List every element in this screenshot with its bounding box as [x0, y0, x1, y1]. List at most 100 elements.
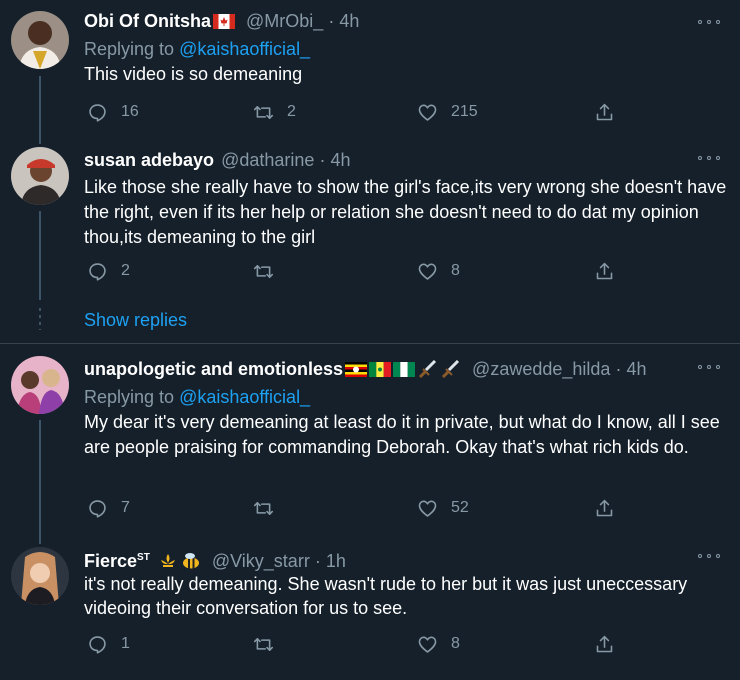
retweet-icon	[253, 105, 274, 119]
share-button[interactable]	[594, 259, 615, 283]
avatar[interactable]	[11, 147, 69, 205]
share-icon	[596, 103, 613, 120]
tweet-text: My dear it's very demeaning at least do …	[84, 412, 720, 457]
show-replies-link[interactable]: Show replies	[84, 308, 187, 332]
reply-icon	[89, 103, 106, 122]
canada-flag-icon	[213, 14, 236, 29]
replying-prefix: Replying to	[84, 39, 180, 59]
reply-button[interactable]: 16	[87, 100, 139, 124]
replying-prefix: Replying to	[84, 387, 180, 407]
senegal-flag-icon	[369, 362, 392, 377]
thread-line	[39, 135, 41, 144]
display-name[interactable]: Obi Of Onitsha	[84, 11, 211, 31]
replying-to: Replying to @kaishaofficial_	[84, 384, 310, 410]
like-icon	[418, 104, 437, 121]
tweet[interactable]: unapologetic and emotionless @zawedde_hi…	[0, 344, 740, 535]
tweet-text: it's not really demeaning. She wasn't ru…	[84, 574, 688, 618]
uganda-flag-icon	[345, 362, 368, 377]
reply-feed: Obi Of Onitsha @MrObi_ · 4h Replying to …	[0, 0, 740, 680]
like-button[interactable]: 215	[417, 100, 478, 124]
reply-button[interactable]: 1	[87, 632, 130, 656]
thread-line	[39, 211, 41, 300]
reply-button[interactable]: 2	[87, 259, 130, 283]
reply-count: 7	[121, 499, 130, 516]
separator: ·	[314, 551, 321, 571]
reply-icon	[89, 262, 106, 281]
reply-count: 1	[121, 635, 130, 652]
timestamp[interactable]: 1h	[326, 551, 346, 571]
retweet-icon	[253, 637, 274, 651]
separator: ·	[328, 11, 335, 31]
display-name[interactable]: unapologetic and emotionless	[84, 359, 343, 379]
like-count: 52	[451, 499, 469, 516]
reply-icon	[89, 635, 106, 654]
tweet-actions: 7 52	[84, 496, 644, 520]
more-icon[interactable]	[698, 553, 720, 559]
separator: ·	[319, 150, 326, 170]
retweet-button[interactable]: 2	[253, 100, 296, 124]
display-name[interactable]: susan adebayo	[84, 150, 214, 170]
retweet-button[interactable]	[253, 259, 287, 283]
share-icon	[596, 262, 613, 279]
reply-count: 2	[121, 262, 130, 279]
replying-to-link[interactable]: @kaishaofficial_	[179, 387, 310, 407]
tweet-header: Obi Of Onitsha @MrObi_ · 4h	[84, 8, 359, 34]
dagger-icon	[418, 360, 437, 378]
share-icon	[596, 635, 613, 652]
like-count: 215	[451, 103, 478, 120]
like-icon	[418, 500, 437, 517]
thread-line	[39, 76, 41, 135]
share-button[interactable]	[594, 100, 615, 124]
user-handle[interactable]: @datharine	[221, 150, 314, 170]
reply-icon	[89, 499, 106, 518]
avatar[interactable]	[11, 547, 69, 605]
share-button[interactable]	[594, 632, 615, 656]
tweet-header: susan adebayo @datharine · 4h	[84, 147, 350, 173]
thread-dots	[39, 308, 41, 330]
tweet[interactable]: FierceST @Viky_starr · 1h it's not reall…	[0, 535, 740, 680]
retweet-icon	[253, 501, 274, 515]
tweet-actions: 1 8	[84, 632, 644, 656]
share-button[interactable]	[594, 496, 615, 520]
tweet-header: unapologetic and emotionless @zawedde_hi…	[84, 356, 646, 382]
like-icon	[418, 263, 437, 280]
replying-to-link[interactable]: @kaishaofficial_	[179, 39, 310, 59]
user-handle[interactable]: @zawedde_hilda	[472, 359, 610, 379]
user-handle[interactable]: @Viky_starr	[212, 551, 310, 571]
more-icon[interactable]	[698, 364, 720, 370]
tweet-actions: 16 2 215	[84, 100, 644, 124]
show-replies[interactable]: Show replies	[0, 300, 740, 340]
timestamp[interactable]: 4h	[339, 11, 359, 31]
separator: ·	[615, 359, 622, 379]
avatar[interactable]	[11, 356, 69, 414]
fleur-icon	[160, 554, 175, 567]
dagger-icon	[441, 360, 460, 378]
bee-icon	[182, 553, 199, 569]
more-icon[interactable]	[698, 155, 720, 161]
nigeria-flag-icon	[393, 362, 416, 377]
name-superscript: ST	[137, 552, 150, 563]
like-button[interactable]: 8	[417, 259, 460, 283]
share-icon	[596, 499, 613, 516]
retweet-icon	[253, 264, 274, 278]
tweet-actions: 2 8	[84, 259, 644, 283]
like-icon	[418, 636, 437, 653]
avatar[interactable]	[11, 11, 69, 69]
tweet[interactable]: Obi Of Onitsha @MrObi_ · 4h Replying to …	[0, 0, 740, 135]
retweet-button[interactable]	[253, 632, 287, 656]
replying-to: Replying to @kaishaofficial_	[84, 36, 310, 62]
like-button[interactable]: 52	[417, 496, 469, 520]
like-button[interactable]: 8	[417, 632, 460, 656]
user-handle[interactable]: @MrObi_	[246, 11, 323, 31]
retweet-button[interactable]	[253, 496, 287, 520]
timestamp[interactable]: 4h	[626, 359, 646, 379]
thread-line	[39, 420, 41, 535]
display-name[interactable]: Fierce	[84, 551, 137, 571]
tweet-text: This video is so demeaning	[84, 64, 303, 84]
timestamp[interactable]: 4h	[330, 150, 350, 170]
reply-button[interactable]: 7	[87, 496, 130, 520]
more-icon[interactable]	[698, 19, 720, 25]
reply-count: 16	[121, 103, 139, 120]
tweet[interactable]: susan adebayo @datharine · 4h Like those…	[0, 135, 740, 300]
like-count: 8	[451, 262, 460, 279]
